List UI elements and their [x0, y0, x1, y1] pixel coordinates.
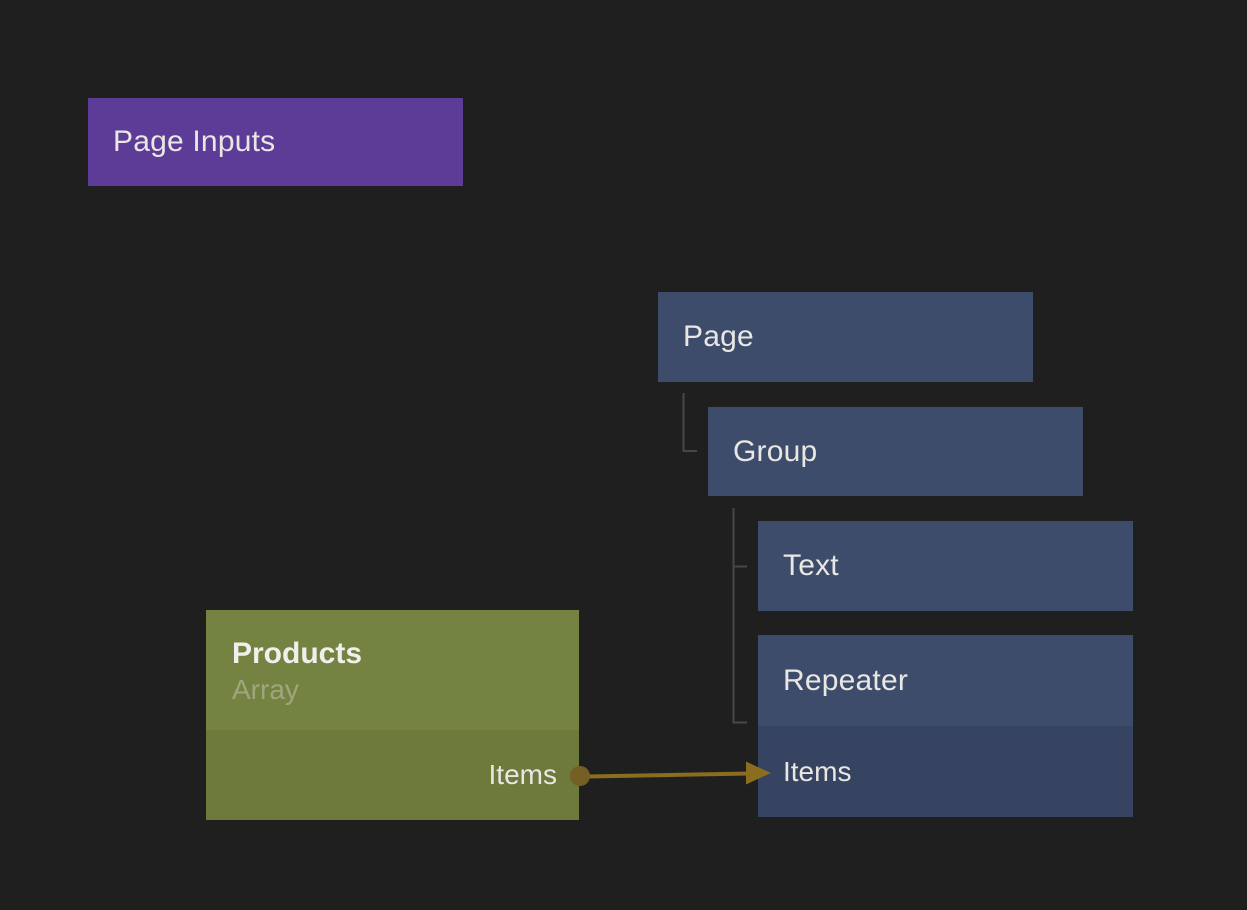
node-repeater-label: Repeater	[783, 664, 908, 698]
node-group-label: Group	[733, 435, 817, 469]
node-products-header[interactable]: Products Array	[206, 610, 579, 730]
products-items-output-label: Items	[489, 759, 557, 791]
node-products-label: Products	[232, 636, 579, 672]
repeater-items-input-row[interactable]: Items	[758, 726, 1133, 817]
node-products-type-label: Array	[232, 672, 579, 708]
tree-connector-page-group	[684, 393, 698, 451]
node-repeater[interactable]: Repeater Items	[758, 635, 1133, 817]
tree-connector-group-children	[734, 508, 748, 723]
node-editor-canvas[interactable]: Page Inputs Page Group Text Repeater Ite…	[0, 0, 1247, 910]
products-items-output-row[interactable]: Items	[206, 730, 579, 820]
node-page-label: Page	[683, 320, 754, 354]
node-page-inputs[interactable]: Page Inputs	[88, 98, 463, 186]
node-group[interactable]: Group	[708, 407, 1083, 496]
node-products[interactable]: Products Array Items	[206, 610, 579, 820]
node-text-label: Text	[783, 549, 839, 583]
node-page[interactable]: Page	[658, 292, 1033, 382]
node-page-inputs-label: Page Inputs	[113, 125, 275, 159]
connection-arrow-line[interactable]	[588, 774, 750, 777]
node-text[interactable]: Text	[758, 521, 1133, 611]
node-repeater-header[interactable]: Repeater	[758, 635, 1133, 726]
repeater-items-input-label: Items	[783, 756, 851, 788]
